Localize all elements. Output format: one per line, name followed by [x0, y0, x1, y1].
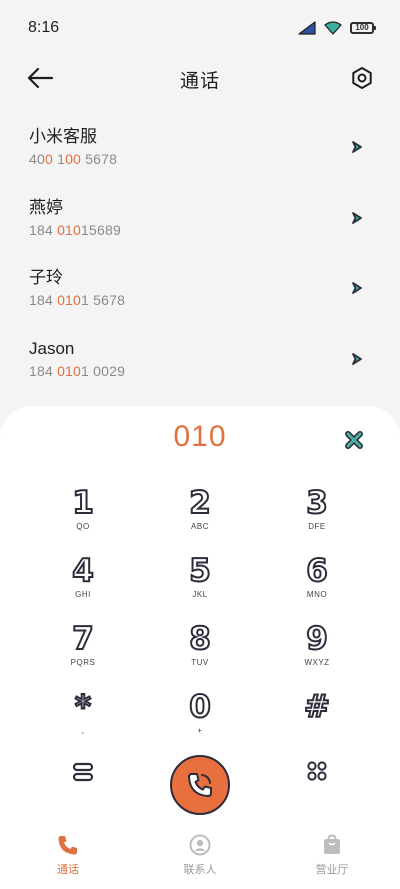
key-digit: 1	[71, 485, 95, 521]
key-letters: WXYZ	[304, 658, 330, 667]
key-5[interactable]: 5 JKL	[160, 553, 240, 610]
menu-lines-icon[interactable]	[72, 762, 94, 782]
clear-digit-icon[interactable]	[344, 430, 364, 450]
nav-label: 营业厅	[315, 864, 349, 876]
key-digit: #	[303, 689, 331, 725]
grid-dots-icon[interactable]	[306, 760, 328, 782]
nav-label: 通话	[57, 864, 79, 876]
battery-indicator: 100	[350, 22, 376, 34]
contact-number: 400 100 5678	[29, 151, 118, 167]
bottom-navigation: 通话 联系人 营业厅	[0, 828, 400, 889]
page-title: 通话	[179, 70, 220, 92]
key-9[interactable]: 9 WXYZ	[277, 621, 357, 678]
key-7[interactable]: 7 PQRS	[43, 621, 123, 678]
key-digit: 8	[188, 621, 212, 657]
dialed-number-display: 010	[173, 420, 227, 453]
key-letters: DFE	[308, 522, 326, 531]
key-digit: 9	[305, 621, 329, 657]
key-8[interactable]: 8 TUV	[160, 621, 240, 678]
dialpad-sheet: 010 1 QO 2 ABC 3 DFE 4 GHI 5 JKL 6 MNO 7…	[0, 406, 400, 889]
key-letters: JKL	[192, 590, 208, 599]
contact-name: 燕婷	[29, 197, 63, 217]
key-letters: MNO	[306, 590, 328, 599]
call-button[interactable]	[170, 755, 230, 815]
key-2[interactable]: 2 ABC	[160, 485, 240, 542]
shopping-bag-icon	[324, 834, 340, 854]
back-arrow-icon[interactable]	[26, 66, 54, 90]
key-3[interactable]: 3 DFE	[277, 485, 357, 542]
key-digit: 5	[188, 553, 212, 589]
key-letters: TUV	[191, 658, 209, 667]
contact-number: 184 0101 5678	[29, 292, 126, 308]
key-letters: ,	[81, 726, 85, 735]
key-digit: 4	[71, 553, 95, 589]
contact-number: 184 0101 0029	[29, 362, 126, 379]
contact-number: 184 01015689	[29, 221, 121, 238]
wifi-icon	[324, 21, 342, 35]
contact-row[interactable]: 小米客服 400 100 5678	[0, 112, 400, 183]
contact-name: 小米客服	[29, 127, 97, 146]
contact-name: 子玲	[29, 268, 63, 287]
contact-row[interactable]: 子玲 184 0101 5678	[0, 253, 400, 324]
contact-row[interactable]: 燕婷 184 01015689	[0, 183, 400, 254]
key-letters: ABC	[191, 522, 209, 531]
status-bar: 8:16 100	[0, 0, 400, 56]
key-hash[interactable]: #	[277, 689, 357, 746]
key-letters: GHI	[75, 590, 91, 599]
status-icons: 100	[298, 21, 376, 35]
key-star[interactable]: * ,	[43, 689, 123, 746]
key-digit: *	[74, 689, 92, 725]
chevron-right-icon[interactable]	[350, 140, 364, 154]
contact-row[interactable]: Jason 184 0101 0029	[0, 324, 400, 395]
nav-tab-calls[interactable]: 通话	[28, 834, 108, 877]
status-time: 8:16	[28, 19, 60, 36]
phone-icon	[188, 773, 212, 797]
key-letters: QO	[76, 522, 90, 531]
settings-gear-icon[interactable]	[350, 66, 374, 90]
contacts-tab-icon	[189, 834, 211, 856]
key-letters: +	[197, 726, 203, 735]
nav-tab-contacts[interactable]: 联系人	[160, 834, 240, 877]
key-digit: 3	[305, 485, 329, 521]
nav-tab-service-hall[interactable]: 营业厅	[292, 834, 372, 877]
chevron-right-icon[interactable]	[350, 211, 364, 225]
key-6[interactable]: 6 MNO	[277, 553, 357, 610]
contact-name: Jason	[29, 338, 75, 358]
phone-tab-icon	[58, 836, 77, 855]
key-letters: PQRS	[70, 658, 96, 667]
nav-label: 联系人	[183, 864, 217, 876]
key-0[interactable]: 0 +	[160, 689, 240, 746]
contact-suggestion-list: 小米客服 400 100 5678 燕婷 184 01015689 子玲 184…	[0, 112, 400, 394]
cellular-signal-icon	[298, 21, 316, 35]
key-digit: 2	[188, 485, 212, 521]
app-header: 通话	[0, 58, 400, 100]
key-digit: 0	[188, 689, 212, 725]
key-digit: 7	[71, 621, 95, 657]
key-digit: 6	[305, 553, 329, 589]
key-1[interactable]: 1 QO	[43, 485, 123, 542]
chevron-right-icon[interactable]	[350, 352, 364, 366]
chevron-right-icon[interactable]	[350, 281, 364, 295]
key-4[interactable]: 4 GHI	[43, 553, 123, 610]
